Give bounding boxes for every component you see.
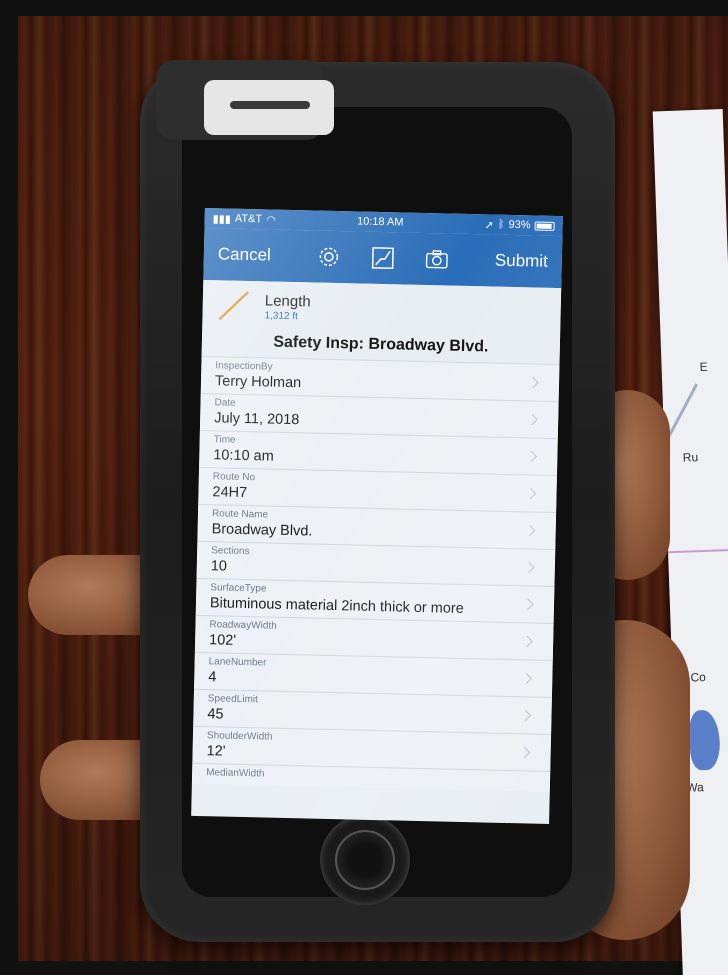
field-list: InspectionBy Terry Holman Date July 11, 201… <box>191 355 560 792</box>
feature-header: Length 1,312 ft Safety Insp: Broadway Bl… <box>201 279 562 365</box>
location-icon: ➚ <box>484 218 495 232</box>
map-boundary <box>668 548 728 554</box>
map-label: E <box>699 359 708 375</box>
status-right: ➚ ᛒ 93% <box>485 218 555 233</box>
edit-geometry-icon[interactable] <box>371 246 396 271</box>
field-label: MedianWidth <box>206 767 265 780</box>
map-label: Ru <box>682 450 699 465</box>
length-title: Length <box>264 291 311 310</box>
speaker-slit <box>230 101 310 109</box>
submit-button[interactable]: Submit <box>495 251 548 272</box>
phone-screen: ▮▮▮ AT&T ◠ 10:18 AM ➚ ᛒ 93% Cancel Submi… <box>191 208 563 824</box>
line-feature-icon <box>218 291 249 321</box>
status-left: ▮▮▮ AT&T ◠ <box>213 212 276 226</box>
map-road <box>667 383 699 438</box>
length-value: 1,312 ft <box>264 309 298 322</box>
nav-bar: Cancel Submit <box>203 228 563 289</box>
battery-percent: 93% <box>508 218 531 232</box>
battery-icon <box>534 221 555 231</box>
length-row: Length 1,312 ft <box>216 288 547 329</box>
nav-icons <box>317 245 450 272</box>
camera-icon[interactable] <box>425 247 450 272</box>
signal-icon: ▮▮▮ <box>212 212 232 226</box>
map-label: Co <box>690 669 707 685</box>
photo-frame: E Ru Co Wa ▮▮▮ AT&T ◠ 10:18 AM ➚ ᛒ 93% C… <box>0 0 728 975</box>
status-time: 10:18 AM <box>356 215 404 229</box>
wifi-icon: ◠ <box>266 213 276 227</box>
map-lake <box>688 709 721 771</box>
length-text: Length 1,312 ft <box>264 292 311 322</box>
gear-icon[interactable] <box>317 245 342 270</box>
cancel-button[interactable]: Cancel <box>218 244 271 265</box>
form-title: Safety Insp: Broadway Blvd. <box>273 333 489 356</box>
carrier-label: AT&T <box>234 212 263 226</box>
bluetooth-icon: ᛒ <box>497 218 505 231</box>
home-button[interactable] <box>335 830 395 890</box>
